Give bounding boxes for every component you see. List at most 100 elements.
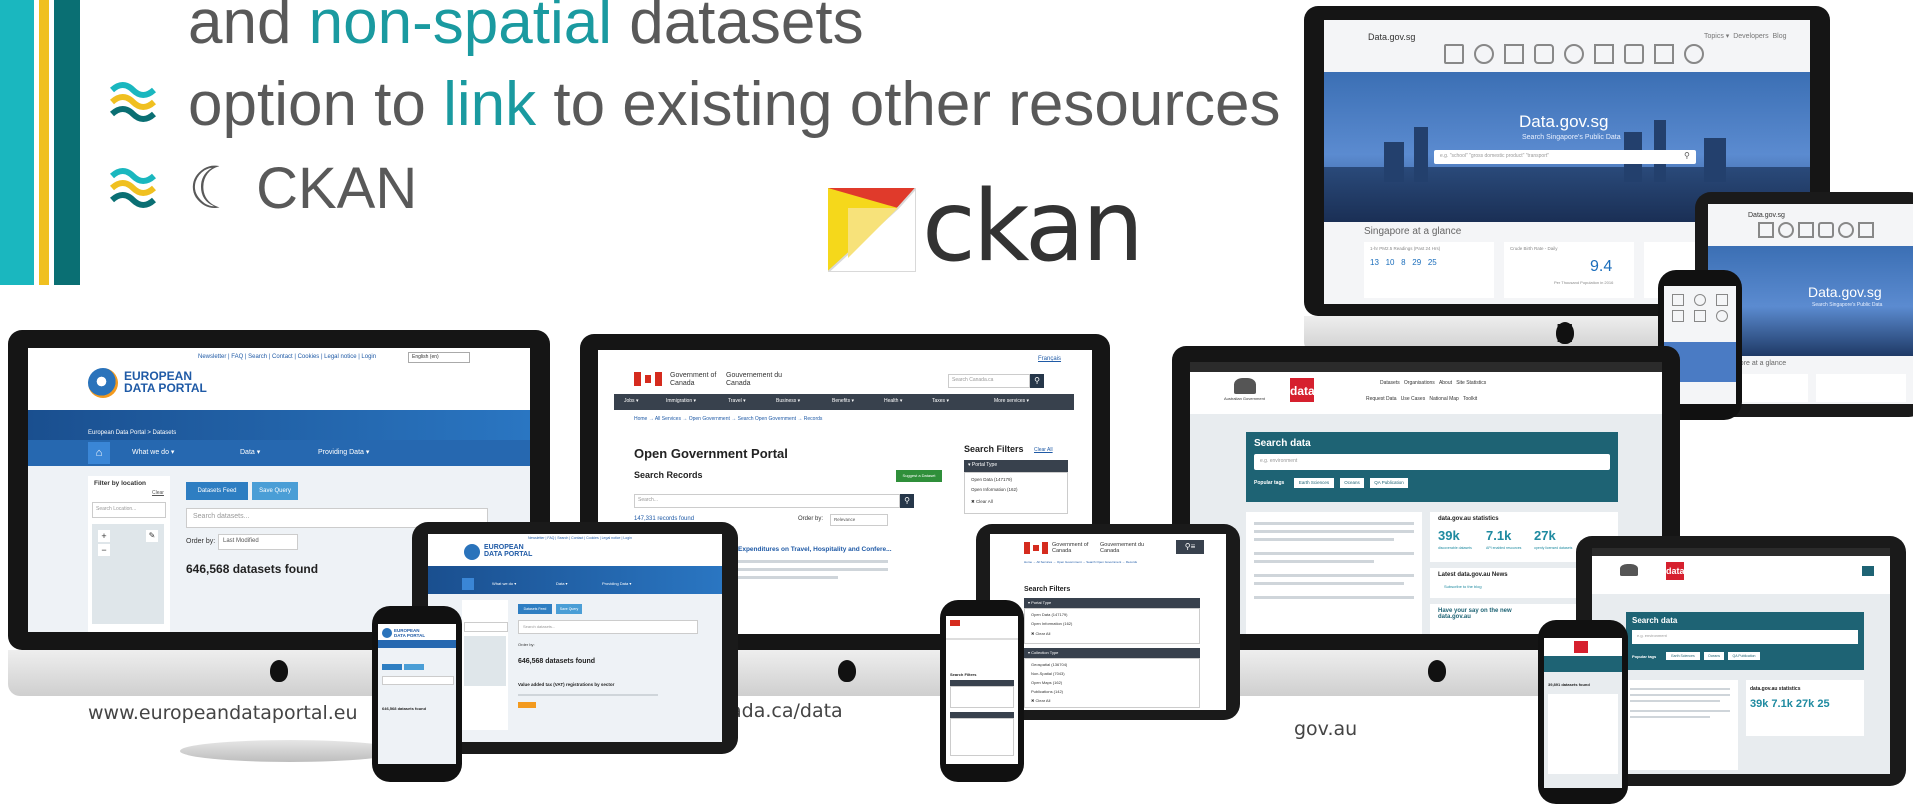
datasets-feed-button[interactable]: Datasets Feed xyxy=(518,604,552,614)
gov-canada-en: Government of Canada xyxy=(670,372,717,387)
save-query-button[interactable]: Save Query xyxy=(252,482,298,500)
search-icon[interactable]: ⚲ xyxy=(1030,374,1044,388)
location-map[interactable]: + − ✎ xyxy=(92,524,164,624)
eu-logo-icon xyxy=(464,544,480,560)
ca-title: Open Government Portal xyxy=(634,446,788,461)
url-ca: ada.ca/data xyxy=(720,696,853,726)
filter-option[interactable]: Open Information (162) xyxy=(971,487,1018,492)
filter-option[interactable]: ✖ Clear All xyxy=(971,499,993,505)
menu-icon[interactable] xyxy=(1862,566,1874,576)
order-by-select[interactable]: Relevance xyxy=(830,514,888,526)
tablet-au-screen: data.gov.au Search data e.g. environment… xyxy=(1592,548,1890,774)
sg-hero-subtitle: Search Singapore's Public Data xyxy=(1522,134,1621,141)
au-search-input[interactable]: e.g. environment xyxy=(1254,454,1610,470)
tag-qa-publication[interactable]: QA Publication xyxy=(1370,478,1408,488)
search-icon[interactable]: ⚲ xyxy=(1684,151,1690,160)
url-eu: www.europeandataportal.eu xyxy=(78,698,368,728)
sg-psi-card: 1-hr PM2.5 Readings (Past 24 Hrs) 13 10 … xyxy=(1364,242,1494,298)
breadcrumb[interactable]: Home → All Services → Open Government → … xyxy=(634,416,822,422)
apple-logo-icon xyxy=(838,660,856,682)
search-records-title: Search Records xyxy=(634,470,703,480)
bullet-nonspatial: and non-spatial datasets xyxy=(188,0,864,54)
nav-data[interactable]: Data ▾ xyxy=(240,448,260,456)
subscribe-link[interactable]: Subscribe to the blog xyxy=(1444,584,1482,589)
eu-nav: ⌂ What we do ▾ Data ▾ Providing Data ▾ xyxy=(28,440,530,466)
order-by-label: Order by: xyxy=(186,538,216,545)
search-filters-title: Search Filters xyxy=(964,444,1024,454)
decor-bar-teal xyxy=(0,0,34,285)
portal-type-header[interactable]: ▾ Portal Type xyxy=(964,460,1068,472)
ca-nav-jobs[interactable]: Jobs ▾ xyxy=(624,398,638,404)
datagovau-logo: data.gov.au xyxy=(1290,378,1356,402)
francais-link[interactable]: Français xyxy=(1038,356,1061,362)
nav-what-we-do[interactable]: What we do ▾ xyxy=(132,448,174,456)
ca-nav-benefits[interactable]: Benefits ▾ xyxy=(832,398,854,404)
tag-earth-sciences[interactable]: Earth Sciences xyxy=(1294,478,1334,488)
filter-option[interactable]: Open Data (147179) xyxy=(971,477,1012,482)
ca-nav-business[interactable]: Business ▾ xyxy=(776,398,800,404)
search-location-input[interactable]: Search Location... xyxy=(92,502,166,518)
order-by-select[interactable]: Last Modified xyxy=(218,534,298,550)
ca-nav-taxes[interactable]: Taxes ▾ xyxy=(932,398,949,404)
stat-value: 27k xyxy=(1534,528,1556,543)
eu-filter-panel: Filter by location Clear Search Location… xyxy=(88,476,170,632)
clear-all-link[interactable]: Clear All xyxy=(1034,447,1053,453)
sg-glance-title: Singapore at a glance xyxy=(1364,226,1462,237)
decor-bar-yellow xyxy=(39,0,49,285)
apple-logo-icon xyxy=(1428,660,1446,682)
ca-nav-health[interactable]: Health ▾ xyxy=(884,398,902,404)
datasets-found: 646,568 datasets found xyxy=(186,562,319,576)
eu-logo-text: EUROPEAN DATA PORTAL xyxy=(124,369,207,395)
save-query-button[interactable]: Save Query xyxy=(556,604,582,614)
au-nav2[interactable]: Request Data Use Cases National Map Tool… xyxy=(1366,396,1477,402)
eu-top-links[interactable]: Newsletter | FAQ | Search | Contact | Co… xyxy=(198,354,376,360)
ca-nav-travel[interactable]: Travel ▾ xyxy=(728,398,746,404)
ckan-logo-text: ckan xyxy=(922,170,1144,284)
apple-logo-icon xyxy=(1556,322,1574,344)
canada-flag-icon xyxy=(634,372,662,386)
phone-ca-screen: Search Filters xyxy=(946,616,1018,764)
search-icon[interactable]: ⚲ xyxy=(900,494,914,508)
tablet-ca-screen: Government of Canada Gouvernement du Can… xyxy=(990,534,1226,710)
au-nav[interactable]: Datasets Organisations About Site Statis… xyxy=(1380,380,1486,386)
ca-search-records-input[interactable]: Search... xyxy=(634,494,900,508)
breadcrumb[interactable]: European Data Portal > Datasets xyxy=(88,430,176,436)
sg-brand: Data.gov.sg xyxy=(1368,32,1416,42)
sg-topic-icons xyxy=(1444,44,1704,74)
ca-nav-more[interactable]: More services ▾ xyxy=(994,398,1029,404)
bullet-text: and non-spatial datasets xyxy=(188,0,864,57)
url-au: gov.au xyxy=(1284,714,1368,744)
ca-search-input[interactable]: Search Canada.ca xyxy=(948,374,1030,388)
gov-canada-fr: Gouvernement du Canada xyxy=(726,372,783,387)
tag-oceans[interactable]: Oceans xyxy=(1340,478,1364,488)
suggest-dataset-button[interactable]: Suggest a Dataset xyxy=(896,470,942,482)
apple-logo-icon xyxy=(270,660,288,682)
wave-bullet-icon xyxy=(110,168,156,208)
record-title[interactable]: Expenditures on Travel, Hospitality and … xyxy=(738,546,892,553)
au-search-hero: Search data e.g. environment Popular tag… xyxy=(1246,432,1618,502)
menu-icon[interactable]: ⚲≡ xyxy=(1176,540,1204,554)
order-by-label: Order by: xyxy=(798,516,824,522)
bullet-text: ☾ CKAN xyxy=(188,156,418,221)
ca-nav-immigration[interactable]: Immigration ▾ xyxy=(666,398,696,404)
tablet-eu-screen: Newsletter | FAQ | Search | Contact | Co… xyxy=(428,534,722,742)
wave-bullet-icon xyxy=(110,82,156,122)
coat-of-arms-icon xyxy=(1234,378,1256,394)
eu-logo-icon xyxy=(88,368,118,398)
edit-icon[interactable]: ✎ xyxy=(146,530,158,542)
au-about-card xyxy=(1246,512,1422,634)
home-icon[interactable]: ⌂ xyxy=(88,442,110,464)
clear-link[interactable]: Clear xyxy=(152,490,164,496)
zoom-in-button[interactable]: + xyxy=(98,530,110,542)
eu-lang-select[interactable]: English (en) xyxy=(408,352,470,363)
stat-value: 39k xyxy=(1438,528,1460,543)
nav-providing-data[interactable]: Providing Data ▾ xyxy=(318,448,369,456)
ca-nav: Jobs ▾ Immigration ▾ Travel ▾ Business ▾… xyxy=(614,394,1074,410)
zoom-out-button[interactable]: − xyxy=(98,544,110,556)
sg-search-input[interactable]: e.g. "school" "gross domestic product" "… xyxy=(1434,150,1696,164)
sg-menu: Topics ▾ Developers Blog xyxy=(1704,33,1787,40)
canada-flag-icon xyxy=(1024,542,1048,554)
sg-hero-title: Data.gov.sg xyxy=(1519,112,1609,131)
imac-eu-foot xyxy=(180,740,400,762)
datasets-feed-button[interactable]: Datasets Feed xyxy=(186,482,248,500)
